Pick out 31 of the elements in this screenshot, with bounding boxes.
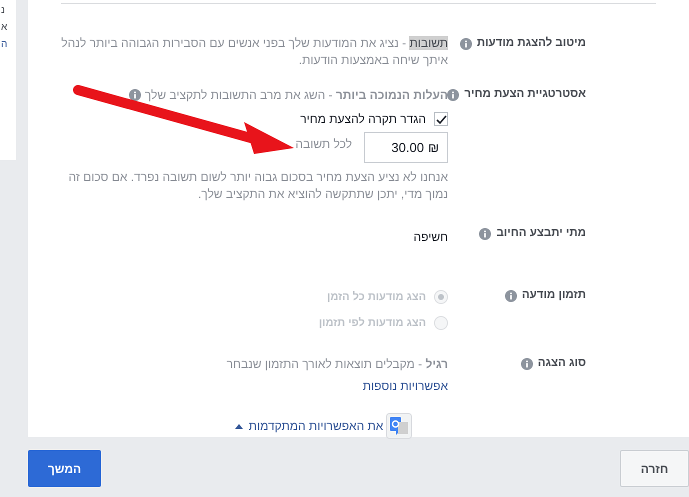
amount-unit: לכל תשובה [295, 136, 352, 153]
continue-button[interactable]: המשך [28, 450, 101, 487]
info-icon [447, 88, 460, 101]
delivery-type-text: רגיל - מקבלים תוצאות לאורך התזמון שנבחר [226, 356, 448, 373]
field-label: תזמון מודעה [522, 288, 586, 303]
bid-strategy-text: העלות הנמוכה ביותר - השג את מרב התשובות לתקציב שלך [144, 87, 448, 104]
info-icon [520, 358, 533, 370]
amount-field[interactable]: ₪ 30.00 [364, 132, 448, 163]
info-icon [504, 290, 517, 302]
field-label: מיטוב להצגת מודעות [476, 36, 586, 51]
caret-icon [234, 424, 243, 428]
field-label: מתי יתבצע החיוב [496, 226, 586, 241]
bid-cap-checkbox[interactable] [434, 112, 448, 126]
info-icon [479, 228, 492, 240]
side-text: נ [1, 4, 5, 17]
advanced-options-link[interactable]: את האפשרויות המתקדמות [234, 417, 384, 435]
more-options-link[interactable]: אפשרויות נוספות [362, 377, 448, 395]
radio-label: הצג מודעות לפי תזמון [318, 316, 426, 330]
side-text: א [1, 21, 8, 34]
field-label: סוג הצגה [538, 356, 586, 371]
info-icon [128, 89, 141, 101]
radio-label: הצג מודעות כל הזמן [327, 290, 426, 305]
back-button[interactable]: חזרה [620, 450, 689, 487]
help-text: אנחנו לא נציע הצעת מחיר בסכום גבוה יותר לשום תשובה נפרד. אם סכום זה נמוך מדי, יתכן שתתקשה להוציא את התקציב שלך. [68, 169, 448, 203]
google-translate-icon[interactable] [386, 413, 412, 439]
bid-cap-label: הגדר תקרה להצעת מחיר [300, 111, 426, 128]
info-icon [460, 38, 472, 50]
field-label: אסטרטגיית הצעת מחיר [464, 87, 586, 102]
side-link[interactable]: ה [1, 38, 8, 51]
billing-value: חשיפה [414, 230, 448, 244]
description-text: תשובות - נציג את המודעות שלך בפני אנשים עם הסבירות הגבוהה ביותר לנהל איתך שיחה באמצעות הודעות. [60, 35, 448, 69]
